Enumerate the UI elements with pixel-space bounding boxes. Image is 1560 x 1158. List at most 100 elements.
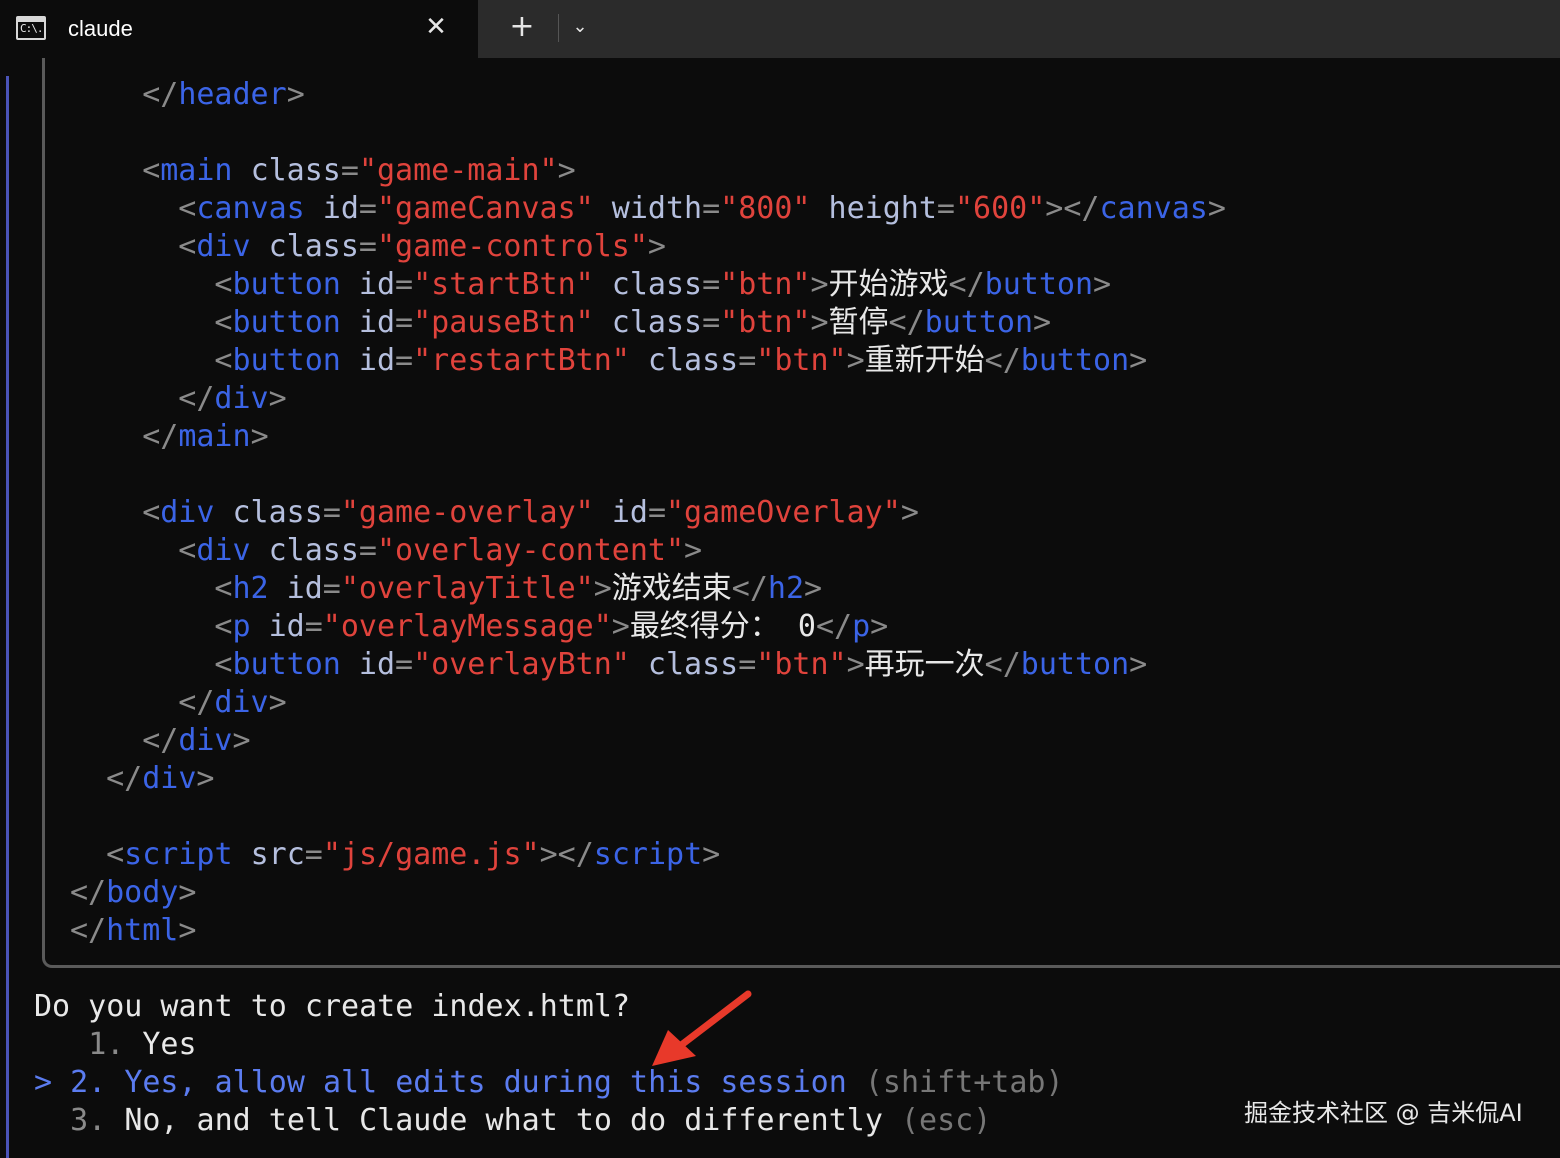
code-token: id [358, 267, 396, 302]
code-line: </header> [142, 76, 305, 114]
code-token: id [358, 343, 396, 378]
code-token: class [647, 647, 739, 682]
code-token: </ [142, 723, 179, 758]
code-token: > [1129, 343, 1148, 378]
code-token: id [286, 571, 323, 606]
code-token: = [395, 267, 414, 302]
code-token: > [268, 381, 287, 416]
code-token: "game-controls" [376, 229, 648, 264]
code-token: src [250, 837, 305, 872]
code-token: </ [731, 571, 768, 606]
code-token: div [178, 723, 233, 758]
code-token: "800" [720, 191, 811, 226]
option-number: 1. [88, 1027, 125, 1062]
shortcut-hint: (shift+tab) [864, 1065, 1064, 1100]
terminal-pane[interactable]: </header> <main class="game-main"> <canvas… [0, 58, 1560, 1158]
code-token: "restartBtn" [413, 343, 630, 378]
code-token: class [611, 305, 703, 340]
code-token: </ [984, 647, 1021, 682]
code-token: button [924, 305, 1034, 340]
code-token: id [358, 647, 396, 682]
code-token: ></ [539, 837, 594, 872]
close-tab-button[interactable]: ✕ [420, 10, 452, 44]
code-token: class [647, 343, 739, 378]
shortcut-hint: (esc) [900, 1103, 992, 1138]
tab-bar: C:\. claude ✕ + ⌄ [0, 0, 1560, 58]
code-token: </ [178, 381, 215, 416]
code-token: "overlayMessage" [322, 609, 612, 644]
code-token: > [232, 723, 251, 758]
code-token: html [106, 913, 179, 948]
code-line: <div class="overlay-content"> [178, 532, 702, 570]
code-token: div [160, 495, 215, 530]
option-number: 2. [70, 1065, 107, 1100]
code-line: <button id="startBtn" class="btn">开始游戏</… [214, 266, 1111, 304]
code-token: button [1020, 343, 1130, 378]
code-token: button [232, 305, 341, 340]
code-token: "overlayTitle" [340, 571, 594, 606]
code-token: > [1129, 647, 1148, 682]
code-token: id [268, 609, 305, 644]
code-token: = [936, 191, 955, 226]
code-line: <button id="restartBtn" class="btn">重新开始… [214, 342, 1147, 380]
code-token: > [593, 571, 612, 606]
prompt-question: Do you want to create index.html? [34, 989, 631, 1024]
code-token: </ [948, 267, 985, 302]
code-token: > [810, 267, 829, 302]
code-token: 开始游戏 [828, 267, 949, 302]
code-token: height [828, 191, 937, 226]
option-label: No, and tell Claude what to do different… [124, 1103, 883, 1138]
code-token: "btn" [720, 267, 811, 302]
code-token: = [358, 533, 377, 568]
code-line: <div class="game-overlay" id="gameOverla… [142, 494, 919, 532]
code-token: </ [142, 419, 179, 454]
code-token: < [142, 495, 161, 530]
chevron-down-icon[interactable]: ⌄ [566, 10, 594, 44]
code-token: = [395, 343, 414, 378]
code-token: "startBtn" [413, 267, 594, 302]
code-token: </ [70, 913, 107, 948]
code-token: > [870, 609, 889, 644]
code-token: "js/game.js" [322, 837, 540, 872]
left-accent-bar [6, 76, 9, 1158]
code-token: </ [70, 875, 107, 910]
code-token: script [593, 837, 703, 872]
code-token: = [358, 229, 377, 264]
code-token: = [738, 343, 757, 378]
tab-divider [558, 14, 559, 42]
option-no-tell-claude[interactable]: 3. No, and tell Claude what to do differ… [34, 1102, 991, 1140]
code-token: 暂停 [828, 305, 889, 340]
code-token: </ [178, 685, 215, 720]
code-token: = [702, 267, 721, 302]
option-yes[interactable]: 1. Yes [34, 1026, 196, 1064]
annotation-arrow-icon [652, 990, 752, 1066]
code-token: button [232, 647, 341, 682]
code-token: id [358, 305, 396, 340]
code-line: <h2 id="overlayTitle">游戏结束</h2> [214, 570, 822, 608]
code-token: "game-overlay" [340, 495, 594, 530]
code-token: </ [142, 77, 179, 112]
code-token: "btn" [756, 343, 847, 378]
tab-claude[interactable]: C:\. claude ✕ [0, 0, 478, 58]
code-token: </ [815, 609, 853, 644]
code-token: > [846, 343, 865, 378]
code-token: div [196, 533, 251, 568]
code-token: div [196, 229, 251, 264]
code-token: </ [106, 761, 143, 796]
code-token: < [214, 305, 233, 340]
code-token: id [611, 495, 648, 530]
new-tab-button[interactable]: + [505, 10, 539, 44]
code-line: <main class="game-main"> [142, 152, 576, 190]
code-token: = [358, 191, 377, 226]
code-token: "600" [954, 191, 1046, 226]
option-yes-allow-all[interactable]: > 2. Yes, allow all edits during this se… [34, 1064, 1064, 1102]
code-token: div [214, 381, 269, 416]
code-token: > [557, 153, 576, 188]
code-line: <button id="overlayBtn" class="btn">再玩一次… [214, 646, 1147, 684]
code-token: button [232, 267, 341, 302]
code-token: "pauseBtn" [413, 305, 594, 340]
